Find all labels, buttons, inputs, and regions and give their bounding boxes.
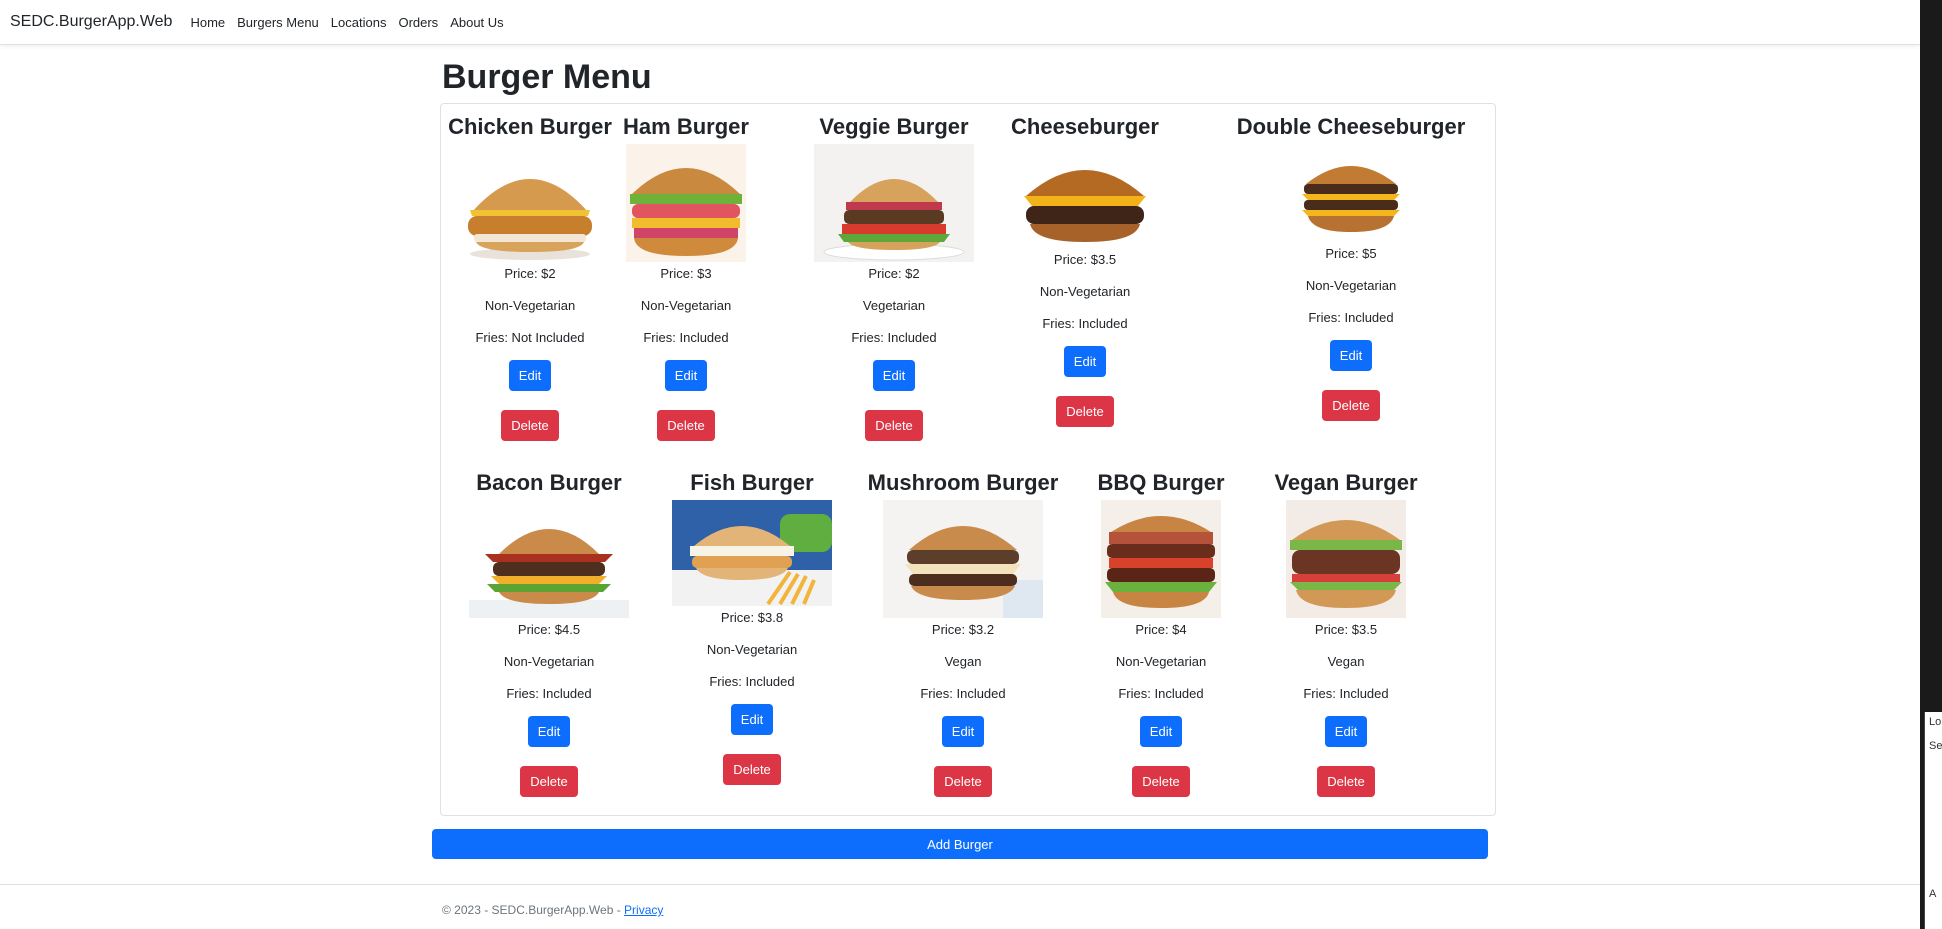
edit-button[interactable]: Edit bbox=[1063, 346, 1107, 377]
burger-image bbox=[883, 500, 1043, 618]
burger-image bbox=[672, 500, 832, 606]
burger-name: Vegan Burger bbox=[1274, 470, 1418, 495]
edit-button[interactable]: Edit bbox=[508, 360, 552, 391]
burger-name: Mushroom Burger bbox=[867, 470, 1059, 495]
burger-type: Non-Vegetarian bbox=[484, 298, 576, 313]
nav-link-locations[interactable]: Locations bbox=[331, 15, 387, 30]
burger-price: Price: $2 bbox=[868, 266, 920, 281]
burger-card: BBQ Burger Price: $4 Non-Vegetarian Frie… bbox=[1081, 472, 1241, 797]
nav-link-home[interactable]: Home bbox=[190, 15, 225, 30]
burger-image bbox=[1101, 500, 1221, 618]
burger-card: Mushroom Burger Price: $3.2 Vegan Fries:… bbox=[868, 472, 1058, 797]
burger-image bbox=[460, 144, 600, 262]
delete-button[interactable]: Delete bbox=[520, 766, 578, 797]
burger-name: Fish Burger bbox=[690, 470, 814, 495]
burger-image bbox=[814, 144, 974, 262]
burger-type: Non-Vegetarian bbox=[503, 654, 595, 669]
burger-card: Fish Burger Price: $3.8 Non-Vegetarian F… bbox=[672, 472, 832, 785]
burger-price: Price: $2 bbox=[504, 266, 556, 281]
burger-fries: Fries: Included bbox=[506, 686, 592, 701]
edit-button[interactable]: Edit bbox=[527, 716, 571, 747]
burger-card: Vegan Burger Price: $3.5 Vegan Fries: In… bbox=[1266, 472, 1426, 797]
burger-name: Bacon Burger bbox=[476, 470, 622, 495]
burger-fries: Fries: Not Included bbox=[475, 330, 585, 345]
burger-fries: Fries: Included bbox=[1042, 316, 1128, 331]
burger-fries: Fries: Included bbox=[1308, 310, 1394, 325]
delete-button[interactable]: Delete bbox=[1322, 390, 1380, 421]
delete-button[interactable]: Delete bbox=[1317, 766, 1375, 797]
add-burger-button[interactable]: Add Burger bbox=[432, 829, 1488, 859]
burger-card: Double Cheeseburger Price: $5 Non-Vegeta… bbox=[1231, 116, 1471, 421]
delete-button[interactable]: Delete bbox=[865, 410, 923, 441]
burger-name: BBQ Burger bbox=[1097, 470, 1225, 495]
edit-button[interactable]: Edit bbox=[1329, 340, 1373, 371]
burger-price: Price: $3.2 bbox=[931, 622, 995, 637]
burger-menu-container: Chicken Burger Price: $2 Non-Vegetarian … bbox=[440, 103, 1496, 816]
burger-image bbox=[626, 144, 746, 262]
burger-fries: Fries: Included bbox=[920, 686, 1006, 701]
burger-card: Veggie Burger Price: $2 Vegetarian Fries… bbox=[814, 116, 974, 441]
edit-button[interactable]: Edit bbox=[1324, 716, 1368, 747]
burger-image bbox=[1286, 500, 1406, 618]
footer-text: © 2023 - SEDC.BurgerApp.Web - Privacy bbox=[442, 903, 663, 917]
footer: © 2023 - SEDC.BurgerApp.Web - Privacy bbox=[0, 884, 1920, 929]
burger-card: Chicken Burger Price: $2 Non-Vegetarian … bbox=[448, 116, 612, 441]
burger-card: Ham Burger Price: $3 Non-Vegetarian Frie… bbox=[621, 116, 751, 441]
burger-price: Price: $3.8 bbox=[720, 610, 784, 625]
burger-type: Non-Vegetarian bbox=[1305, 278, 1397, 293]
burger-type: Non-Vegetarian bbox=[1115, 654, 1207, 669]
burger-price: Price: $3 bbox=[660, 266, 712, 281]
burger-type: Non-Vegetarian bbox=[640, 298, 732, 313]
burger-type: Vegetarian bbox=[862, 298, 926, 313]
nav-link-burgers-menu[interactable]: Burgers Menu bbox=[237, 15, 319, 30]
edit-button[interactable]: Edit bbox=[730, 704, 774, 735]
burger-type: Non-Vegetarian bbox=[1039, 284, 1131, 299]
burger-name: Chicken Burger bbox=[448, 114, 612, 139]
burger-fries: Fries: Included bbox=[643, 330, 729, 345]
burger-image bbox=[1296, 144, 1406, 242]
delete-button[interactable]: Delete bbox=[934, 766, 992, 797]
edit-button[interactable]: Edit bbox=[941, 716, 985, 747]
delete-button[interactable]: Delete bbox=[1132, 766, 1190, 797]
burger-price: Price: $4 bbox=[1135, 622, 1187, 637]
side-window-text: A bbox=[1929, 888, 1937, 900]
nav-link-about-us[interactable]: About Us bbox=[450, 15, 503, 30]
nav-link-orders[interactable]: Orders bbox=[398, 15, 438, 30]
edit-button[interactable]: Edit bbox=[1139, 716, 1183, 747]
burger-name: Ham Burger bbox=[623, 114, 749, 139]
burger-type: Non-Vegetarian bbox=[706, 642, 798, 657]
burger-price: Price: $3.5 bbox=[1314, 622, 1378, 637]
burger-card: Cheeseburger Price: $3.5 Non-Vegetarian … bbox=[1005, 116, 1165, 427]
burger-price: Price: $4.5 bbox=[517, 622, 581, 637]
burger-image bbox=[469, 500, 629, 618]
navbar: SEDC.BurgerApp.Web Home Burgers Menu Loc… bbox=[0, 0, 1920, 45]
burger-name: Double Cheeseburger bbox=[1236, 114, 1466, 139]
burger-type: Vegan bbox=[944, 654, 982, 669]
delete-button[interactable]: Delete bbox=[723, 754, 781, 785]
privacy-link[interactable]: Privacy bbox=[624, 903, 663, 917]
delete-button[interactable]: Delete bbox=[501, 410, 559, 441]
brand-link[interactable]: SEDC.BurgerApp.Web bbox=[10, 13, 172, 31]
burger-fries: Fries: Included bbox=[1303, 686, 1389, 701]
burger-image bbox=[1020, 144, 1150, 248]
edit-button[interactable]: Edit bbox=[872, 360, 916, 391]
burger-fries: Fries: Included bbox=[709, 674, 795, 689]
burger-fries: Fries: Included bbox=[851, 330, 937, 345]
burger-type: Vegan bbox=[1327, 654, 1365, 669]
burger-price: Price: $3.5 bbox=[1053, 252, 1117, 267]
side-window-text: Lo bbox=[1929, 716, 1942, 728]
footer-copyright: © 2023 - SEDC.BurgerApp.Web - bbox=[442, 903, 625, 917]
delete-button[interactable]: Delete bbox=[657, 410, 715, 441]
burger-name: Cheeseburger bbox=[1011, 114, 1159, 139]
burger-price: Price: $5 bbox=[1325, 246, 1377, 261]
burger-card: Bacon Burger Price: $4.5 Non-Vegetarian … bbox=[469, 472, 629, 797]
delete-button[interactable]: Delete bbox=[1056, 396, 1114, 427]
side-window-text: Se bbox=[1929, 740, 1942, 752]
page-title: Burger Menu bbox=[442, 58, 652, 96]
burger-name: Veggie Burger bbox=[819, 114, 969, 139]
edit-button[interactable]: Edit bbox=[664, 360, 708, 391]
burger-fries: Fries: Included bbox=[1118, 686, 1204, 701]
